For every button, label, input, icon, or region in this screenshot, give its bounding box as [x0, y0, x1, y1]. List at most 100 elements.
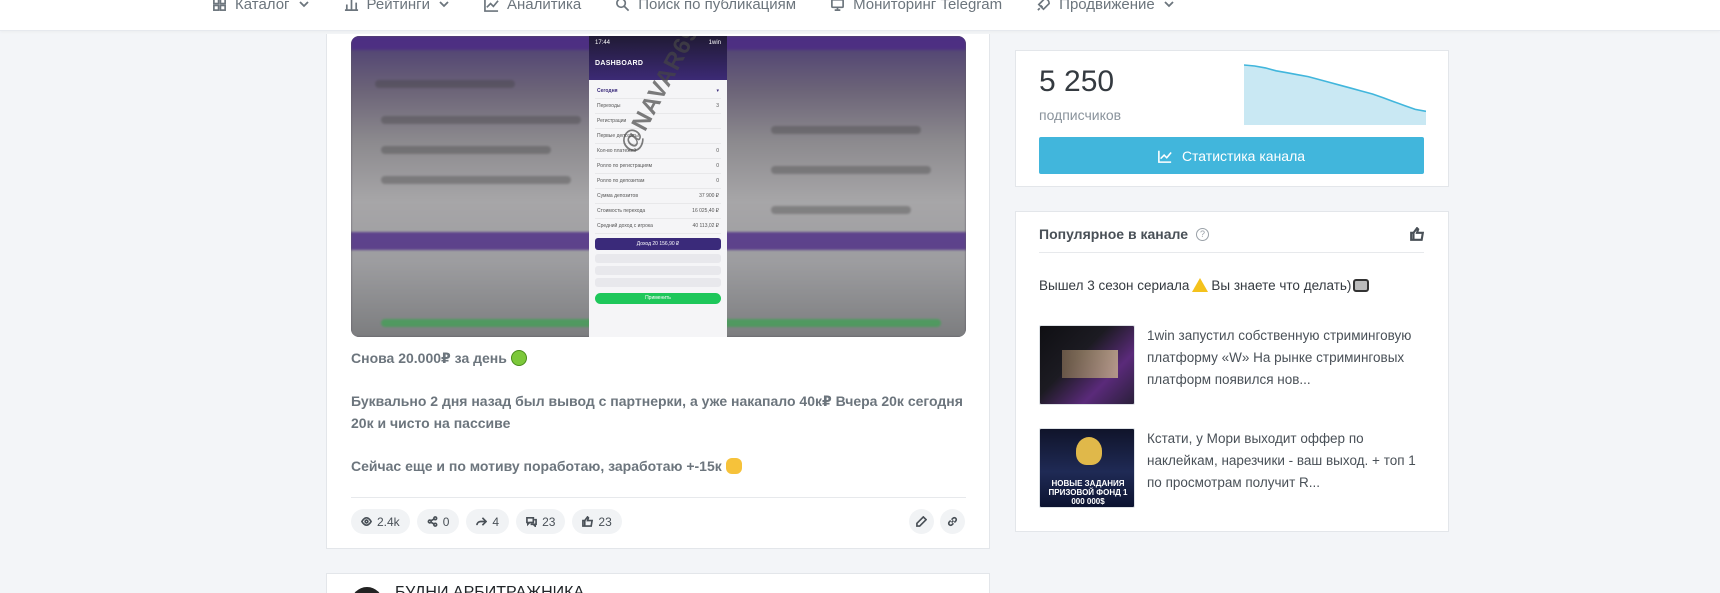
dashboard-row: Стоимость перехода 16 025,40 ₽: [595, 204, 721, 219]
forwards-count: 4: [492, 514, 500, 529]
phone-time: 17:44: [595, 40, 611, 46]
nav-item-analytics[interactable]: Аналитика: [484, 0, 581, 13]
help-icon[interactable]: ?: [1196, 227, 1209, 241]
post-image[interactable]: 17:44 1win DASHBOARD Сегодня ▾ Переходы 3 …: [351, 36, 966, 337]
row-value: 0: [716, 178, 719, 184]
channel-stats-label: Статистика канала: [1181, 147, 1306, 164]
subscribers-label: подписчиков: [1039, 107, 1122, 123]
row-label: Средний доход с игрока: [597, 223, 653, 229]
row-label: Регистрации: [597, 118, 627, 124]
pencil-icon: [916, 516, 927, 527]
chevron-down-icon: [298, 1, 309, 8]
post-paragraph: Сейчас еще и по мотиву поработаю, зарабо…: [351, 455, 966, 477]
subscribers-sparkline: [1244, 64, 1426, 125]
link-icon: [947, 516, 958, 527]
comments-count: 23: [542, 514, 556, 529]
thumbs-up-icon: [582, 516, 594, 527]
dashboard-row: Кол-во платежей 0: [595, 144, 721, 159]
channel-stats-button[interactable]: Статистика канала: [1039, 137, 1424, 174]
share-icon: [427, 516, 438, 527]
nav-menu: Каталог Рейтинги Аналитика Поиск по публ…: [212, 0, 1175, 16]
forward-icon: [476, 517, 488, 526]
comments-counter[interactable]: 23: [516, 509, 566, 534]
dashboard-row: Средний доход с игрока 40 113,02 ₽: [595, 219, 721, 234]
likes-counter[interactable]: 23: [572, 509, 622, 534]
nav-item-ratings[interactable]: Рейтинги: [344, 0, 450, 13]
blurred-line: [771, 166, 931, 174]
chevron-down-icon: ▾: [716, 88, 719, 94]
popular-title-text: Популярное в канале: [1039, 226, 1188, 242]
nav-item-promotion[interactable]: Продвижение: [1036, 0, 1175, 13]
row-value: 0: [716, 163, 719, 169]
row-label: Стоимость перехода: [597, 208, 646, 214]
copy-link-button[interactable]: [940, 509, 965, 534]
thumbnail-screen: [1062, 350, 1118, 378]
blurred-line: [771, 206, 911, 214]
nav-item-telegram-monitoring[interactable]: Мониторинг Telegram: [830, 0, 1002, 13]
nav-item-label: Поиск по публикациям: [638, 0, 797, 13]
channel-avatar[interactable]: [351, 587, 383, 593]
row-value: 3: [716, 103, 719, 109]
nav-item-search-posts[interactable]: Поиск по публикациям: [615, 0, 796, 13]
thumbs-up-icon[interactable]: [1410, 227, 1424, 241]
blurred-line: [381, 116, 581, 124]
post-stats: 2.4k 0 4 23 23: [351, 509, 622, 534]
featured-text-start: Вышел 3 сезон сериала: [1039, 278, 1190, 293]
shares-counter[interactable]: 0: [416, 509, 460, 534]
eye-icon: [361, 517, 372, 526]
views-counter[interactable]: 2.4k: [351, 509, 410, 534]
row-value: 16 025,40 ₽: [692, 208, 719, 214]
divider: [1039, 252, 1424, 253]
post-thumbnail: НОВЫЕ ЗАДАНИЯ ПРИЗОВОЙ ФОНД 1 000 000$: [1039, 428, 1135, 508]
chart-line-icon: [1158, 150, 1172, 163]
blurred-line: [771, 126, 921, 134]
apply-button: Применить: [595, 293, 721, 304]
warning-icon: [1192, 278, 1209, 292]
popular-item[interactable]: НОВЫЕ ЗАДАНИЯ ПРИЗОВОЙ ФОНД 1 000 000$ К…: [1039, 428, 1424, 508]
sparkline-area: [1244, 65, 1426, 125]
forwards-counter[interactable]: 4: [466, 509, 510, 534]
edit-button[interactable]: [909, 509, 934, 534]
row-label: Сумма депозитов: [597, 193, 638, 199]
popular-title: Популярное в канале ?: [1039, 226, 1209, 242]
dashboard-row: Ролло по депозитам 0: [595, 174, 721, 189]
post-card: 17:44 1win DASHBOARD Сегодня ▾ Переходы 3 …: [326, 34, 990, 549]
views-count: 2.4k: [377, 514, 400, 529]
top-navigation: Каталог Рейтинги Аналитика Поиск по публ…: [0, 0, 1720, 31]
post-paragraph-text: Сейчас еще и по мотиву поработаю, зарабо…: [351, 458, 722, 474]
next-post-card: БУДНИ АРБИТРАЖНИКА: [326, 573, 990, 593]
chevron-down-icon: [439, 1, 449, 8]
popular-item[interactable]: 1win запустил собственную стриминговую п…: [1039, 325, 1424, 405]
likes-count: 23: [598, 514, 612, 529]
money-face-emoji-icon: [510, 350, 527, 366]
chevron-down-icon: [1164, 1, 1174, 8]
period-label: Сегодня: [597, 88, 618, 94]
post-paragraph-text: Снова 20.000₽ за день: [351, 350, 507, 366]
raised-hand-emoji-icon: [725, 458, 742, 474]
row-label: Ролло по депозитам: [597, 178, 645, 184]
divider: [351, 497, 966, 498]
income-bar: Доход 20 156,90 ₽: [595, 238, 721, 250]
channel-name[interactable]: БУДНИ АРБИТРАЖНИКА: [395, 584, 584, 593]
row-label: Ролло по регистрациям: [597, 163, 653, 169]
post-text: Снова 20.000₽ за день Буквально 2 дня на…: [351, 347, 966, 498]
nav-item-label: Аналитика: [506, 0, 582, 13]
phone-screenshot: 17:44 1win DASHBOARD Сегодня ▾ Переходы 3 …: [589, 36, 727, 337]
dashboard-row: Сумма депозитов 37 900 ₽: [595, 189, 721, 204]
nav-item-label: Продвижение: [1059, 0, 1155, 13]
subscribers-card: 5 250 подписчиков Статистика канала: [1015, 50, 1449, 187]
phone-brand: 1win: [708, 40, 721, 46]
subscribers-count: 5 250: [1039, 65, 1115, 98]
popular-item-text: 1win запустил собственную стриминговую п…: [1147, 328, 1412, 387]
row-value: 37 900 ₽: [699, 193, 719, 199]
nav-item-label: Каталог: [235, 0, 290, 13]
blurred-line: [375, 80, 515, 88]
nav-item-label: Рейтинги: [366, 0, 430, 13]
popular-featured-text[interactable]: Вышел 3 сезон сериала Вы знаете что делат…: [1039, 278, 1370, 293]
row-value: 40 113,02 ₽: [692, 223, 719, 229]
nav-item-catalog[interactable]: Каталог: [212, 0, 310, 13]
post-paragraph: Снова 20.000₽ за день: [351, 347, 966, 369]
post-thumbnail: [1039, 325, 1135, 405]
dashboard-row: Первые депозиты: [595, 129, 721, 144]
popular-card: Популярное в канале ? Вышел 3 сезон сери…: [1015, 211, 1449, 532]
